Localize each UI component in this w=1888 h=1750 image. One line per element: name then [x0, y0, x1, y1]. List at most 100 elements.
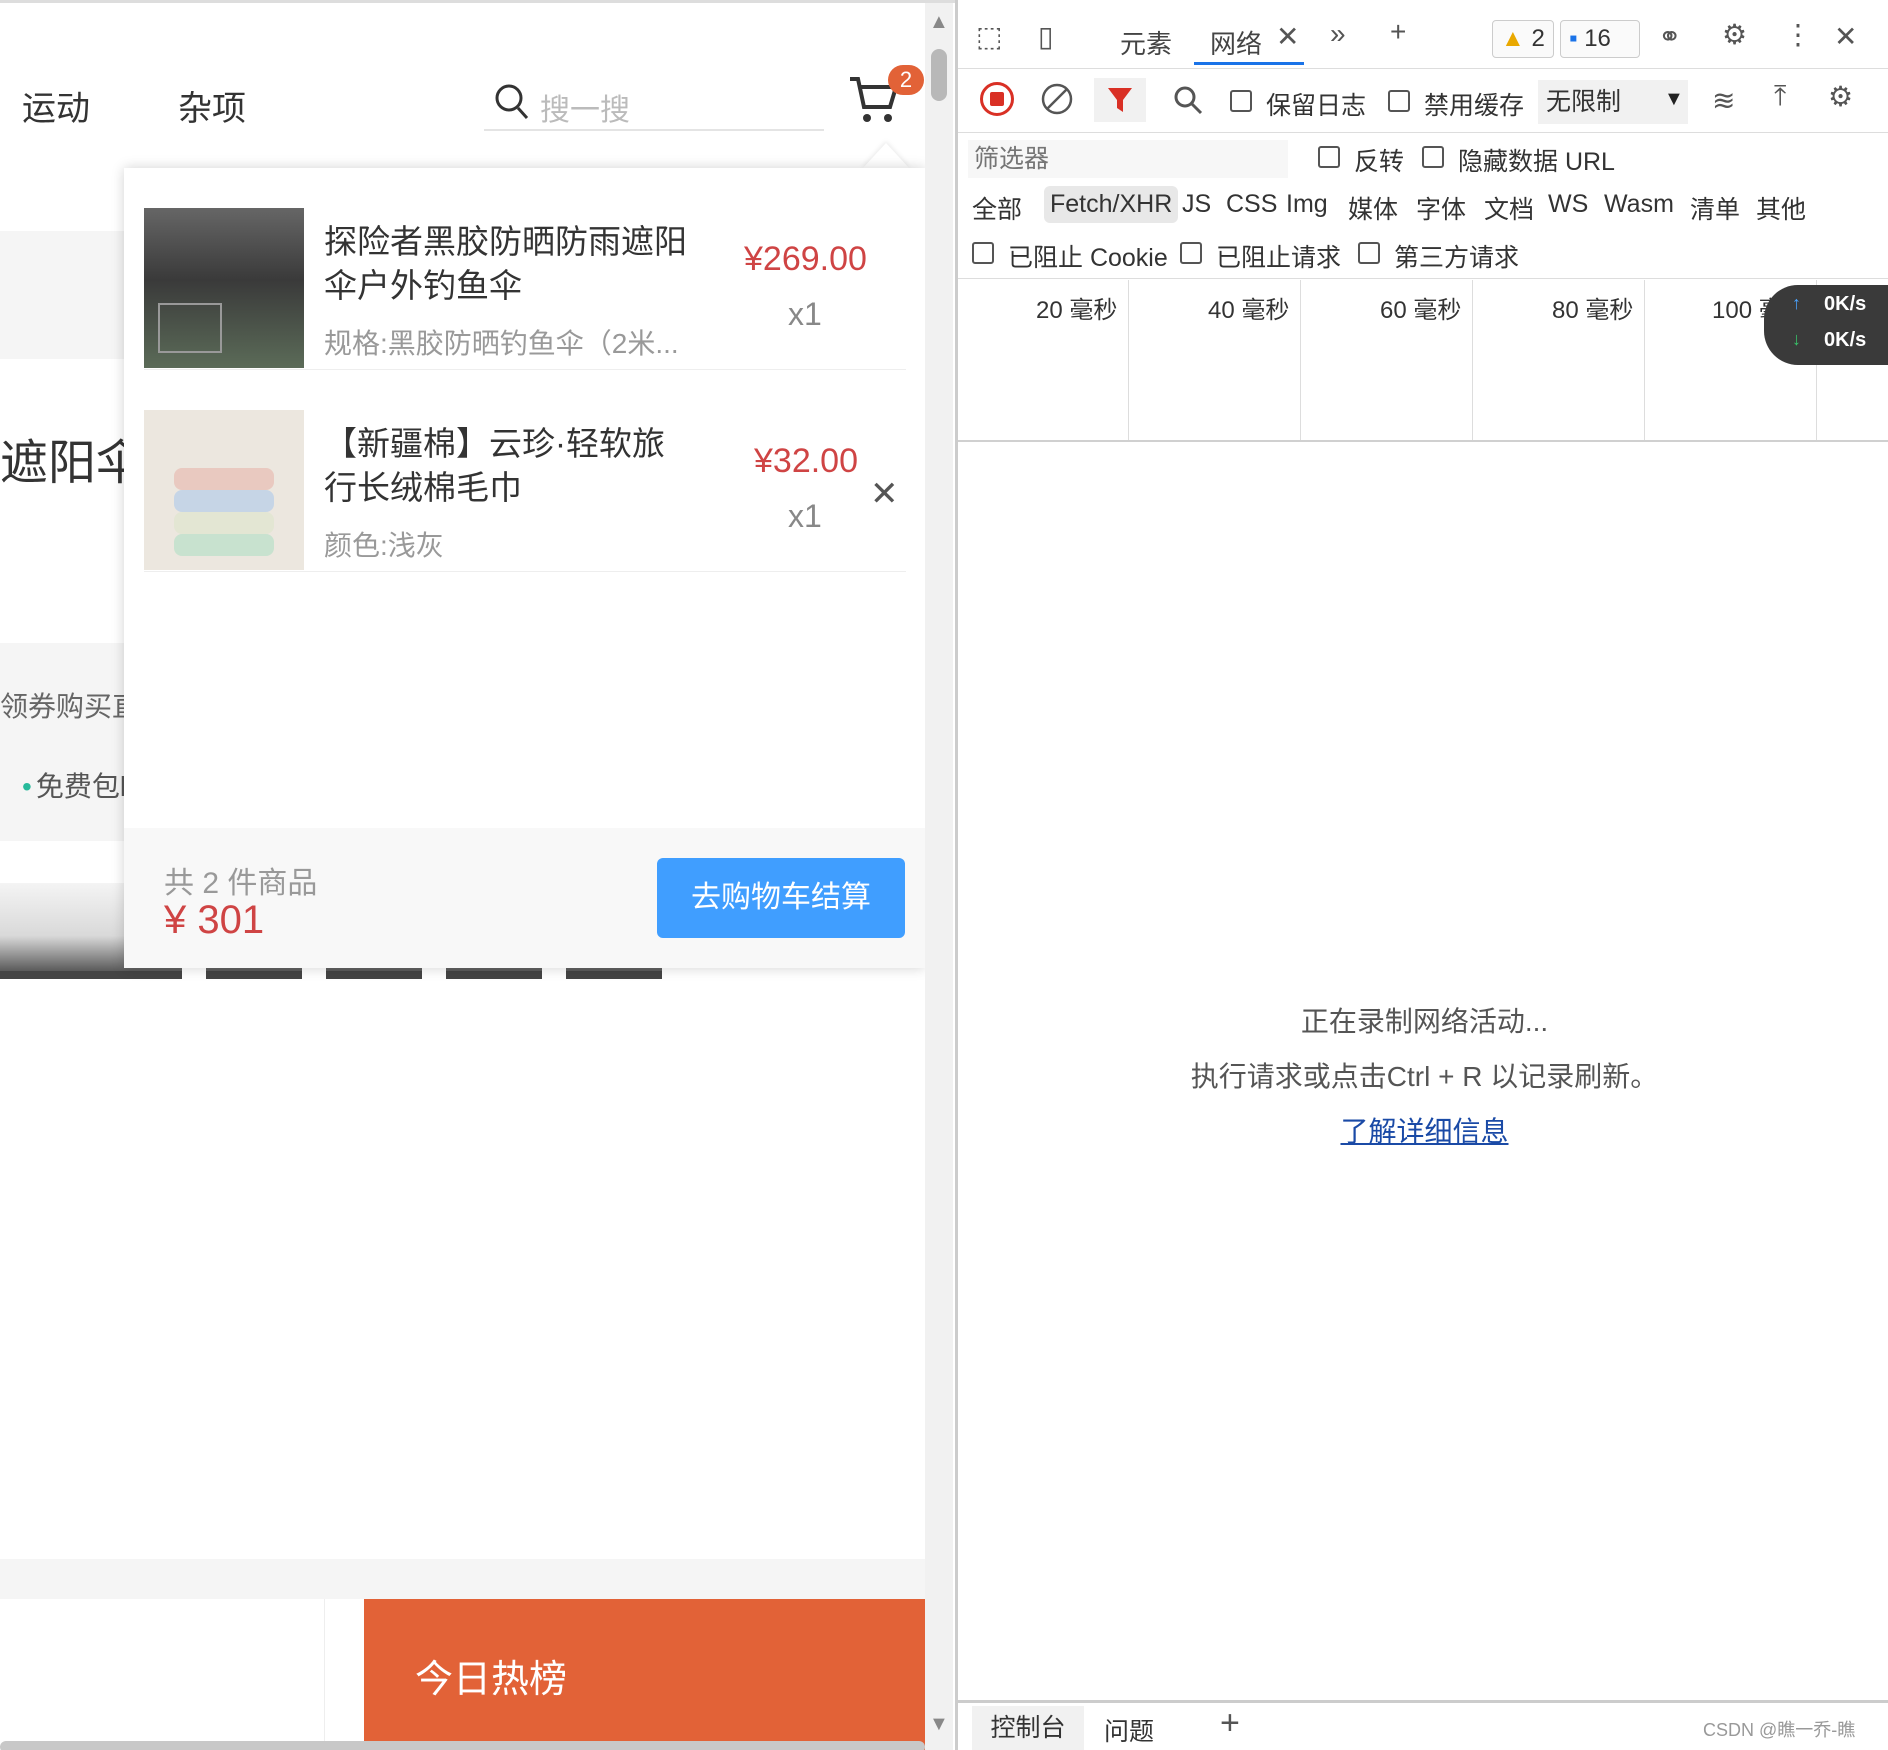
scroll-down-arrow-icon[interactable]: ▼	[929, 1713, 949, 1736]
product-thumbnail[interactable]	[0, 883, 96, 979]
settings-gear-icon[interactable]: ⚙	[1722, 18, 1747, 51]
type-filter-ws[interactable]: WS	[1542, 186, 1594, 223]
type-filter-js[interactable]: JS	[1176, 186, 1217, 223]
hide-data-url-checkbox[interactable]	[1422, 146, 1444, 168]
import-har-icon[interactable]: ⤒	[1774, 80, 1786, 113]
blocked-cookies-checkbox[interactable]	[972, 242, 994, 264]
background-band	[0, 231, 130, 359]
type-filter-all[interactable]: 全部	[966, 186, 1028, 230]
cart-item-count: 共 2 件商品	[164, 867, 318, 900]
nav-item-misc[interactable]: 杂项	[178, 81, 246, 130]
type-filter-manifest[interactable]: 清单	[1684, 186, 1746, 230]
timeline-tick: 80 毫秒	[1552, 297, 1634, 324]
drawer-tab-issues[interactable]: 问题	[1104, 1712, 1154, 1748]
recording-message: 正在录制网络活动...	[1300, 1006, 1549, 1037]
type-filter-fetch-xhr[interactable]: Fetch/XHR	[1044, 186, 1179, 223]
scrollbar-thumb[interactable]	[931, 49, 947, 101]
third-party-checkbox[interactable]	[1358, 242, 1380, 264]
blocked-requests-label: 已阻止请求	[1216, 244, 1342, 272]
cart-popup: 探险者黑胶防晒防雨遮阳伞户外钓鱼伞 规格:黑胶防晒钓鱼伞（2米... ¥269.…	[124, 168, 925, 968]
timeline-tick: 40 毫秒	[1208, 297, 1290, 324]
timeline-tick: 20 毫秒	[1036, 297, 1118, 324]
device-toolbar-icon[interactable]: ▯	[1038, 20, 1053, 53]
cart-item[interactable]: 探险者黑胶防晒防雨遮阳伞户外钓鱼伞 规格:黑胶防晒钓鱼伞（2米... ¥269.…	[144, 168, 906, 370]
type-filter-css[interactable]: CSS	[1220, 186, 1283, 223]
type-filter-media[interactable]: 媒体	[1342, 186, 1404, 230]
web-page: 运动 杂项 搜一搜 2 遮阳伞 领券购买直l • 免费包l 今日热榜 探险者黑胶防…	[0, 0, 955, 1750]
message-icon: ▪	[1569, 25, 1578, 52]
record-stop-button[interactable]	[980, 82, 1014, 116]
disable-cache-label: 禁用缓存	[1424, 92, 1525, 120]
drawer-divider	[958, 1700, 1888, 1703]
drawer-tab-console[interactable]: 控制台	[972, 1706, 1084, 1750]
close-devtools-icon[interactable]: ✕	[1834, 20, 1857, 53]
search-box[interactable]: 搜一搜	[484, 75, 824, 131]
more-options-icon[interactable]: ⋮	[1784, 18, 1812, 51]
timeline-gridline	[1472, 280, 1473, 440]
divider	[958, 278, 1888, 279]
warning-icon: ▲	[1501, 25, 1525, 52]
chevron-down-icon: ▼	[1664, 88, 1684, 110]
devtools-panel: ⬚ ▯ 元素 网络 ✕ » + ▲ 2 ▪ 16 ⚭ ⚙ ⋮ ✕ 保留日志 禁用…	[955, 0, 1888, 1750]
vertical-scrollbar[interactable]	[925, 3, 953, 1750]
network-conditions-icon[interactable]: ≋	[1712, 84, 1735, 117]
upload-arrow-icon: ↑	[1792, 293, 1801, 313]
type-filter-doc[interactable]: 文档	[1478, 186, 1540, 230]
warnings-badge[interactable]: ▲ 2	[1492, 20, 1554, 58]
product-image-towel	[144, 410, 304, 570]
type-filter-other[interactable]: 其他	[1750, 186, 1812, 230]
tab-network[interactable]: 网络	[1210, 24, 1262, 61]
learn-more-link[interactable]: 了解详细信息	[958, 1110, 1888, 1150]
cart-item-price: ¥32.00	[754, 442, 858, 480]
add-tab-icon[interactable]: +	[1390, 16, 1406, 48]
search-icon[interactable]	[1172, 84, 1204, 116]
tab-elements[interactable]: 元素	[1120, 24, 1172, 61]
hide-data-url-label: 隐藏数据 URL	[1458, 148, 1615, 176]
timeline-gridline	[1644, 280, 1645, 440]
divider	[958, 68, 1888, 69]
disable-cache-checkbox[interactable]	[1388, 90, 1410, 112]
timeline-tick: 60 毫秒	[1380, 297, 1462, 324]
blocked-requests-checkbox[interactable]	[1180, 242, 1202, 264]
remove-item-close-icon[interactable]: ✕	[870, 474, 899, 514]
cart-item-spec: 颜色:浅灰	[324, 530, 444, 561]
preserve-log-checkbox[interactable]	[1230, 90, 1252, 112]
timeline-gridline	[1128, 280, 1129, 440]
checkout-button[interactable]: 去购物车结算	[657, 858, 905, 938]
blocked-cookies-label: 已阻止 Cookie	[1008, 244, 1168, 272]
connect-device-icon[interactable]: ⚭	[1658, 20, 1681, 53]
clear-icon[interactable]	[1040, 82, 1074, 116]
filter-funnel-icon	[1108, 88, 1132, 112]
cart-item[interactable]: 【新疆棉】云珍·轻软旅行长绒棉毛巾 颜色:浅灰 ¥32.00 x1 ✕	[144, 370, 906, 572]
background-band	[0, 643, 130, 841]
search-placeholder: 搜一搜	[540, 94, 630, 127]
inspect-element-icon[interactable]: ⬚	[976, 20, 1002, 53]
invert-checkbox[interactable]	[1318, 146, 1340, 168]
filter-input[interactable]	[968, 140, 1288, 178]
close-tab-icon[interactable]: ✕	[1276, 20, 1299, 53]
cart-item-qty: x1	[788, 296, 822, 332]
download-speed: 0K/s	[1824, 329, 1867, 351]
overview-divider	[958, 440, 1888, 442]
network-settings-gear-icon[interactable]: ⚙	[1828, 80, 1853, 113]
scroll-up-arrow-icon[interactable]: ▲	[929, 11, 949, 34]
type-filter-wasm[interactable]: Wasm	[1598, 186, 1680, 223]
more-tabs-icon[interactable]: »	[1330, 18, 1346, 50]
preserve-log-label: 保留日志	[1266, 92, 1367, 120]
cart-item-qty: x1	[788, 498, 822, 534]
download-arrow-icon: ↓	[1792, 329, 1801, 349]
hot-list-title: 今日热榜	[415, 1659, 568, 1701]
type-filter-font[interactable]: 字体	[1410, 186, 1472, 230]
type-filter-img[interactable]: Img	[1280, 186, 1334, 223]
messages-badge[interactable]: ▪ 16	[1560, 20, 1640, 58]
cart-item-name: 探险者黑胶防晒防雨遮阳伞户外钓鱼伞	[324, 223, 687, 304]
cart-item-name: 【新疆棉】云珍·轻软旅行长绒棉毛巾	[324, 425, 665, 506]
product-image-umbrella	[144, 208, 304, 368]
cart-item-spec: 规格:黑胶防晒钓鱼伞（2米...	[324, 328, 679, 359]
active-tab-indicator	[1194, 62, 1304, 65]
horizontal-scrollbar[interactable]	[0, 1741, 925, 1750]
nav-item-sport[interactable]: 运动	[22, 81, 90, 130]
cart-item-price: ¥269.00	[744, 240, 867, 278]
watermark: CSDN @瞧一乔-瞧	[1703, 1720, 1856, 1740]
drawer-add-icon[interactable]: +	[1220, 1704, 1240, 1743]
